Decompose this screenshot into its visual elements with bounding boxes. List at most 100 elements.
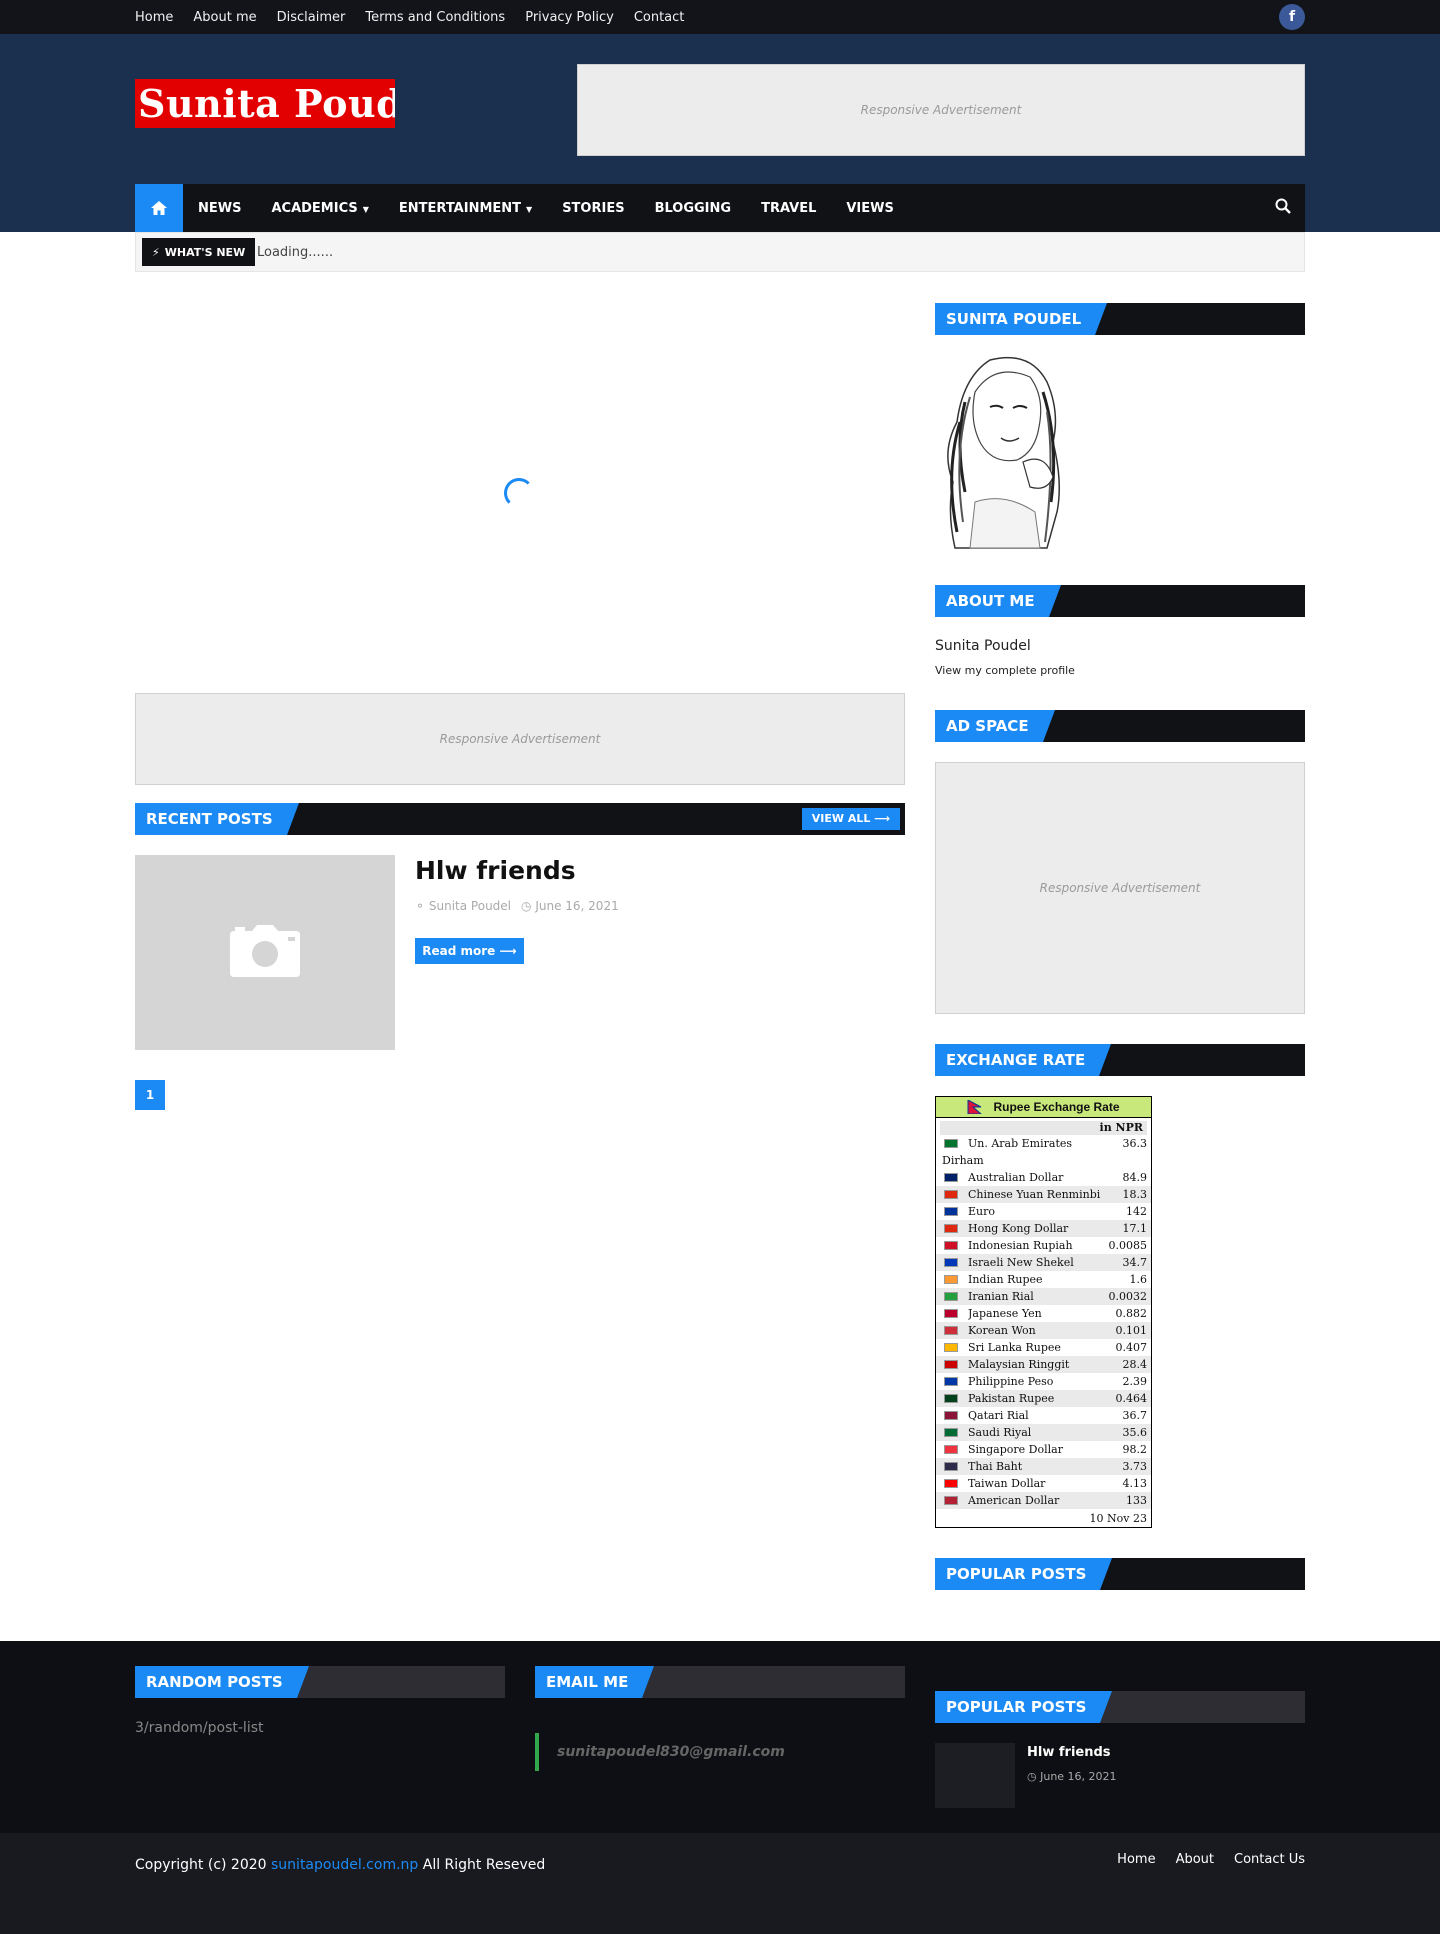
page-number-1[interactable]: 1 — [135, 1080, 165, 1110]
recent-posts-title: RECENT POSTS — [135, 803, 299, 835]
copyright-prefix: Copyright (c) 2020 — [135, 1857, 267, 1873]
chevron-down-icon: ▼ — [526, 204, 533, 214]
arrow-right-icon: ⟶ — [874, 812, 890, 825]
search-icon[interactable] — [1275, 198, 1291, 218]
news-ticker: ⚡ WHAT'S NEW Loading...... — [135, 232, 1305, 272]
email-link[interactable]: sunitapoudel830@gmail.com — [535, 1733, 785, 1771]
view-all-button[interactable]: VIEW ALL ⟶ — [801, 808, 900, 830]
currency-name: Indonesian Rupiah — [968, 1239, 1073, 1252]
currency-value: 17.1 — [1122, 1222, 1148, 1235]
nav-entertainment[interactable]: ENTERTAINMENT ▼ — [399, 201, 532, 216]
nepal-flag-icon — [967, 1100, 983, 1114]
footer-link-about[interactable]: About — [1176, 1852, 1214, 1867]
main-nav: NEWS ACADEMICS ▼ ENTERTAINMENT ▼ STORIES B… — [135, 184, 1305, 232]
top-link-privacy[interactable]: Privacy Policy — [525, 10, 614, 25]
nav-academics[interactable]: ACADEMICS ▼ — [271, 201, 368, 216]
profile-portrait — [935, 352, 1070, 550]
exchange-unit: in NPR — [940, 1121, 1147, 1135]
flag-icon — [944, 1173, 958, 1182]
nav-news[interactable]: NEWS — [198, 201, 241, 216]
sidebar-exchange-header: EXCHANGE RATE — [935, 1044, 1305, 1076]
popular-post-title[interactable]: Hlw friends — [1027, 1745, 1111, 1760]
footer-email-header: EMAIL ME — [535, 1666, 905, 1698]
currency-name: Indian Rupee — [968, 1273, 1043, 1286]
exchange-row: Thai Baht 3.73 — [936, 1458, 1151, 1475]
flag-icon — [944, 1190, 958, 1199]
flag-icon — [944, 1445, 958, 1454]
sidebar-popular-header: POPULAR POSTS — [935, 1558, 1305, 1590]
currency-name: Chinese Yuan Renminbi — [968, 1188, 1101, 1201]
random-posts-text: 3/random/post-list — [135, 1720, 264, 1736]
nav-stories[interactable]: STORIES — [562, 201, 624, 216]
home-icon[interactable] — [135, 184, 183, 232]
top-link-home[interactable]: Home — [135, 10, 173, 25]
currency-name: American Dollar — [968, 1494, 1060, 1507]
exchange-row: Singapore Dollar 98.2 — [936, 1441, 1151, 1458]
footer-email-title: EMAIL ME — [535, 1666, 655, 1698]
top-link-disclaimer[interactable]: Disclaimer — [277, 10, 346, 25]
flag-icon — [944, 1292, 958, 1301]
currency-name-wrap: Dirham — [942, 1154, 984, 1167]
footer-link-home[interactable]: Home — [1117, 1852, 1155, 1867]
nav-views[interactable]: VIEWS — [846, 201, 893, 216]
footer-nav: Home About Contact Us — [1117, 1852, 1305, 1867]
exchange-header: Rupee Exchange Rate — [936, 1097, 1151, 1118]
site-link[interactable]: sunitapoudel.com.np — [271, 1857, 418, 1873]
popular-post-thumbnail[interactable] — [935, 1743, 1015, 1808]
post-title[interactable]: Hlw friends — [415, 856, 576, 885]
nav-travel[interactable]: TRAVEL — [761, 201, 816, 216]
currency-name: Un. Arab Emirates — [968, 1137, 1073, 1150]
post-thumbnail[interactable] — [135, 855, 395, 1050]
top-link-contact[interactable]: Contact — [634, 10, 685, 25]
exchange-row: Malaysian Ringgit 28.4 — [936, 1356, 1151, 1373]
top-link-terms[interactable]: Terms and Conditions — [365, 10, 505, 25]
sidebar-exchange-title: EXCHANGE RATE — [935, 1044, 1112, 1076]
exchange-row: Euro 142 — [936, 1203, 1151, 1220]
currency-value: 3.73 — [1122, 1460, 1148, 1473]
flag-icon — [944, 1411, 958, 1420]
exchange-header-text: Rupee Exchange Rate — [993, 1100, 1120, 1114]
currency-value: 0.0085 — [1108, 1239, 1148, 1252]
currency-value: 0.101 — [1115, 1324, 1148, 1337]
top-link-about[interactable]: About me — [193, 10, 256, 25]
exchange-rows: Un. Arab Emirates 36.3 Dirham Australian… — [936, 1135, 1151, 1509]
exchange-date: 10 Nov 23 — [1089, 1512, 1147, 1525]
exchange-row: Philippine Peso 2.39 — [936, 1373, 1151, 1390]
clock-icon: ◷ — [1027, 1770, 1037, 1783]
footer-popular-title: POPULAR POSTS — [935, 1691, 1113, 1723]
sidebar-ad-title: AD SPACE — [935, 710, 1055, 742]
top-nav: Home About me Disclaimer Terms and Condi… — [135, 0, 684, 34]
flag-icon — [944, 1207, 958, 1216]
facebook-icon[interactable]: f — [1279, 4, 1305, 30]
nav-entertainment-label: ENTERTAINMENT — [398, 200, 522, 216]
currency-name: Saudi Riyal — [968, 1426, 1032, 1439]
post-date: ◷ June 16, 2021 — [521, 899, 619, 913]
currency-value: 18.3 — [1122, 1188, 1148, 1201]
flag-icon — [944, 1496, 958, 1505]
popular-post-date: ◷ June 16, 2021 — [1027, 1770, 1117, 1783]
exchange-row: Japanese Yen 0.882 — [936, 1305, 1151, 1322]
site-logo[interactable]: Sunita Poudel — [135, 79, 395, 128]
about-name[interactable]: Sunita Poudel — [935, 638, 1031, 654]
currency-value: 35.6 — [1122, 1426, 1148, 1439]
currency-value: 142 — [1126, 1205, 1147, 1218]
exchange-row: Saudi Riyal 35.6 — [936, 1424, 1151, 1441]
copyright-suffix: All Right Reseved — [422, 1857, 546, 1873]
currency-name: Korean Won — [968, 1324, 1036, 1337]
nav-blogging[interactable]: BLOGGING — [655, 201, 732, 216]
flag-icon — [944, 1360, 958, 1369]
currency-value: 0.882 — [1115, 1307, 1148, 1320]
flag-icon — [944, 1479, 958, 1488]
flag-icon — [944, 1428, 958, 1437]
currency-name: Iranian Rial — [968, 1290, 1034, 1303]
flag-icon — [944, 1224, 958, 1233]
user-icon: ⚬ — [415, 899, 426, 913]
flag-icon — [944, 1326, 958, 1335]
footer-link-contact[interactable]: Contact Us — [1234, 1852, 1305, 1867]
currency-name: Euro — [968, 1205, 995, 1218]
currency-value: 36.3 — [1122, 1137, 1148, 1150]
exchange-row: Indonesian Rupiah 0.0085 — [936, 1237, 1151, 1254]
read-more-button[interactable]: Read more ⟶ — [415, 938, 524, 964]
view-profile-link[interactable]: View my complete profile — [935, 664, 1075, 677]
view-all-label: VIEW ALL — [811, 812, 871, 825]
